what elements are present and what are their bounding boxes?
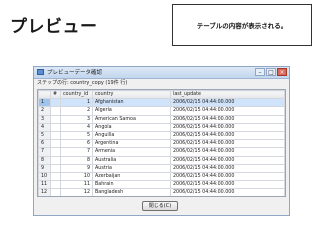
table-row[interactable]: 8 8 Australia 2006/02/15 04:44:00.000 — [38, 155, 285, 165]
window-titlebar[interactable]: プレビューデータ確認 – □ × — [34, 67, 289, 79]
close-button[interactable]: 閉じる(C) — [142, 201, 178, 211]
column-header[interactable] — [38, 90, 51, 100]
table-cell[interactable]: 12 — [60, 188, 93, 196]
maximize-icon[interactable]: □ — [266, 68, 276, 76]
preview-table: # country_id country last_update 1 1 Afgha… — [38, 90, 285, 196]
table-cell[interactable]: 5 — [60, 130, 93, 141]
table-cell[interactable]: 12 — [38, 188, 51, 196]
data-grid[interactable]: # country_id country last_update 1 1 Afgha… — [37, 89, 286, 197]
table-cell[interactable]: 8 — [38, 155, 51, 165]
table-cell[interactable]: 8 — [60, 155, 93, 165]
table-cell[interactable] — [50, 171, 61, 182]
table-cell[interactable] — [50, 163, 61, 173]
table-cell[interactable]: 2006/02/15 04:44:00.000 — [170, 171, 285, 182]
table-cell[interactable]: 9 — [60, 163, 93, 173]
table-cell[interactable]: 4 — [38, 122, 51, 132]
table-cell[interactable]: 2006/02/15 04:44:00.000 — [170, 180, 285, 190]
table-cell[interactable]: Australia — [92, 155, 171, 165]
table-row[interactable]: 1 1 Afghanistan 2006/02/15 04:44:00.000 — [38, 98, 285, 108]
table-cell[interactable]: Afghanistan — [92, 98, 171, 108]
table-cell[interactable]: 7 — [38, 147, 51, 157]
table-cell[interactable]: 1 — [60, 98, 93, 108]
table-cell[interactable]: 5 — [38, 130, 51, 141]
table-cell[interactable]: Azerbaijan — [92, 171, 171, 182]
table-row[interactable]: 9 9 Austria 2006/02/15 04:44:00.000 — [38, 163, 285, 173]
table-cell[interactable] — [50, 98, 61, 108]
table-cell[interactable]: 2006/02/15 04:44:00.000 — [170, 114, 285, 124]
table-cell[interactable]: Argentina — [92, 139, 171, 149]
table-cell[interactable]: 10 — [38, 171, 51, 182]
table-cell[interactable]: 3 — [60, 114, 93, 124]
table-cell[interactable]: 10 — [60, 171, 93, 182]
table-row[interactable]: 4 4 Angola 2006/02/15 04:44:00.000 — [38, 122, 285, 132]
table-cell[interactable]: Algeria — [92, 106, 171, 116]
table-row[interactable]: 6 6 Argentina 2006/02/15 04:44:00.000 — [38, 139, 285, 149]
table-cell[interactable]: 2006/02/15 04:44:00.000 — [170, 106, 285, 116]
table-cell[interactable]: 9 — [38, 163, 51, 173]
table-cell[interactable] — [50, 155, 61, 165]
callout-text: テーブルの内容が表示される。 — [196, 22, 288, 30]
table-cell[interactable]: Armenia — [92, 147, 171, 157]
table-cell[interactable] — [50, 139, 61, 149]
column-header[interactable]: country — [92, 90, 171, 100]
table-cell[interactable] — [50, 114, 61, 124]
table-cell[interactable] — [50, 122, 61, 132]
table-cell[interactable]: 2006/02/15 04:44:00.000 — [170, 163, 285, 173]
slide-title: プレビュー — [10, 17, 98, 37]
table-cell[interactable]: 6 — [38, 139, 51, 149]
column-header[interactable]: last_update — [170, 90, 285, 100]
table-cell[interactable] — [50, 147, 61, 157]
table-cell[interactable]: 2006/02/15 04:44:00.000 — [170, 122, 285, 132]
table-cell[interactable]: 2006/02/15 04:44:00.000 — [170, 139, 285, 149]
column-header[interactable]: country_id — [60, 90, 93, 100]
app-icon — [37, 69, 44, 75]
table-cell[interactable]: 2 — [38, 106, 51, 116]
table-cell[interactable]: 2 — [60, 106, 93, 116]
table-cell[interactable]: Anguilla — [92, 130, 171, 141]
table-cell[interactable] — [50, 106, 61, 116]
table-cell[interactable]: American Samoa — [92, 114, 171, 124]
table-cell[interactable]: Bangladesh — [92, 188, 171, 196]
table-row[interactable]: 10 10 Azerbaijan 2006/02/15 04:44:00.000 — [38, 171, 285, 182]
table-cell[interactable] — [50, 130, 61, 141]
preview-window: プレビューデータ確認 – □ × ステップの行: country_copy (1… — [33, 66, 290, 216]
table-cell[interactable]: 2006/02/15 04:44:00.000 — [170, 98, 285, 108]
table-cell[interactable] — [50, 188, 61, 196]
table-cell[interactable]: 4 — [60, 122, 93, 132]
table-cell[interactable]: Angola — [92, 122, 171, 132]
table-cell[interactable]: 2006/02/15 04:44:00.000 — [170, 155, 285, 165]
table-cell[interactable]: 2006/02/15 04:44:00.000 — [170, 188, 285, 196]
callout-box: テーブルの内容が表示される。 — [172, 4, 312, 46]
table-row[interactable]: 7 7 Armenia 2006/02/15 04:44:00.000 — [38, 147, 285, 157]
minimize-icon[interactable]: – — [255, 68, 265, 76]
table-row[interactable]: 11 11 Bahrain 2006/02/15 04:44:00.000 — [38, 180, 285, 190]
table-cell[interactable]: 2006/02/15 04:44:00.000 — [170, 147, 285, 157]
table-cell[interactable]: 11 — [60, 180, 93, 190]
table-row[interactable]: 3 3 American Samoa 2006/02/15 04:44:00.000 — [38, 114, 285, 124]
table-cell[interactable]: Bahrain — [92, 180, 171, 190]
table-cell[interactable]: 3 — [38, 114, 51, 124]
table-cell[interactable]: 6 — [60, 139, 93, 149]
table-row[interactable]: 2 2 Algeria 2006/02/15 04:44:00.000 — [38, 106, 285, 116]
window-title: プレビューデータ確認 — [47, 70, 103, 76]
step-info: ステップの行: country_copy (19件 行) — [37, 80, 128, 86]
table-row[interactable]: 12 12 Bangladesh 2006/02/15 04:44:00.000 — [38, 188, 285, 196]
table-row[interactable]: 5 5 Anguilla 2006/02/15 04:44:00.000 — [38, 130, 285, 141]
table-body: 1 1 Afghanistan 2006/02/15 04:44:00.000 2 2 Al… — [38, 98, 285, 196]
window-controls: – □ × — [255, 68, 287, 76]
table-cell[interactable]: 2006/02/15 04:44:00.000 — [170, 130, 285, 141]
table-cell[interactable]: 11 — [38, 180, 51, 190]
table-cell[interactable]: 1 — [38, 98, 51, 108]
column-header[interactable]: # — [50, 90, 61, 100]
table-cell[interactable]: Austria — [92, 163, 171, 173]
table-cell[interactable]: 7 — [60, 147, 93, 157]
table-cell[interactable] — [50, 180, 61, 190]
table-header-row: # country_id country last_update — [38, 90, 285, 100]
close-icon[interactable]: × — [277, 68, 287, 76]
